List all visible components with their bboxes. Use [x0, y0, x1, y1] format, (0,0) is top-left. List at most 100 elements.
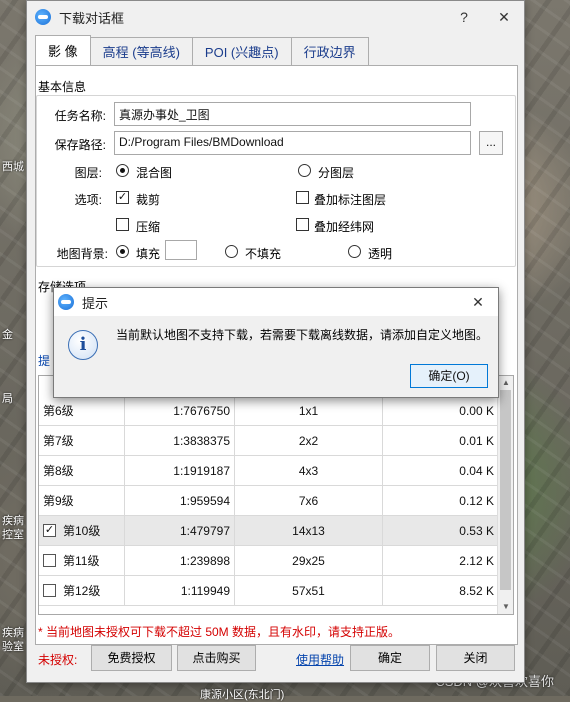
level-cell: 第7级 [39, 426, 125, 455]
scroll-down-icon[interactable]: ▼ [498, 600, 513, 614]
size-cell: 8.52 K [383, 576, 499, 605]
map-label: 局 [2, 393, 13, 405]
tiles-cell: 57x51 [235, 576, 383, 605]
hint-body: i 当前默认地图不支持下载，若需要下载离线数据，请添加自定义地图。 确定(O) [54, 316, 498, 397]
overlay-labels-checkbox[interactable] [296, 191, 309, 204]
bg-fill-label: 填充 [136, 247, 161, 261]
tiles-cell: 2x2 [235, 426, 383, 455]
level-cell: 第6级 [39, 396, 125, 425]
compress-label: 压缩 [136, 220, 161, 234]
compress-checkbox[interactable] [116, 218, 129, 231]
tab-poi[interactable]: POI (兴趣点) [191, 37, 292, 65]
hint-dialog: 提示 ✕ i 当前默认地图不支持下载，若需要下载离线数据，请添加自定义地图。 确… [53, 287, 499, 398]
task-name-input[interactable]: 真源办事处_卫图 [114, 102, 471, 126]
table-row[interactable]: 第11级 1:239898 29x25 2.12 K [39, 546, 499, 576]
buy-button[interactable]: 点击购买 [177, 645, 256, 671]
close-icon[interactable]: ✕ [484, 9, 524, 26]
scale-cell: 1:239898 [125, 546, 235, 575]
level-cell-with-check: 第11级 [39, 546, 125, 575]
table-row[interactable]: 第7级 1:3838375 2x2 0.01 K [39, 426, 499, 456]
free-auth-button[interactable]: 免费授权 [91, 645, 172, 671]
table-row[interactable]: 第6级 1:7676750 1x1 0.00 K [39, 396, 499, 426]
level-text: 第12级 [63, 584, 101, 598]
layer-label: 图层: [74, 166, 102, 180]
tab-elevation[interactable]: 高程 (等高线) [89, 37, 193, 65]
bg-color-swatch[interactable] [165, 240, 197, 260]
app-logo-icon [58, 294, 74, 310]
bg-transparent-label: 透明 [368, 247, 393, 261]
size-cell: 2.12 K [383, 546, 499, 575]
level-cell-with-check: 第12级 [39, 576, 125, 605]
layer-split-radio[interactable] [298, 164, 311, 177]
tab-bar: 影 像 高程 (等高线) POI (兴趣点) 行政边界 [35, 35, 369, 65]
scale-cell: 1:3838375 [125, 426, 235, 455]
scroll-thumb[interactable] [500, 390, 511, 590]
level-checkbox[interactable] [43, 584, 56, 597]
ok-button[interactable]: 确定 [350, 645, 430, 671]
tiles-cell: 7x6 [235, 486, 383, 515]
table-scrollbar[interactable]: ▲ ▼ [497, 376, 513, 614]
title-bar: 下载对话框 ? ✕ [27, 1, 524, 33]
map-label: 康源小区(东北门) [200, 689, 285, 701]
map-label: 控室 [2, 529, 24, 541]
tiles-cell: 1x1 [235, 396, 383, 425]
size-cell: 0.01 K [383, 426, 499, 455]
level-cell: 第9级 [39, 486, 125, 515]
table-row[interactable]: 第12级 1:119949 57x51 8.52 K [39, 576, 499, 606]
map-label: 西城 [2, 161, 24, 173]
help-link[interactable]: 使用帮助 [296, 651, 344, 668]
close-button[interactable]: 关闭 [436, 645, 515, 671]
basic-info-label: 基本信息 [38, 80, 87, 94]
hint-message: 当前默认地图不支持下载，若需要下载离线数据，请添加自定义地图。 [116, 328, 489, 342]
overlay-labels-label: 叠加标注图层 [314, 193, 387, 207]
hint-ok-button[interactable]: 确定(O) [410, 364, 488, 388]
bg-nofill-label: 不填充 [245, 247, 282, 261]
table-row[interactable]: 第8级 1:1919187 4x3 0.04 K [39, 456, 499, 486]
task-name-label: 任务名称: [54, 109, 106, 123]
scale-cell: 1:959594 [125, 486, 235, 515]
bg-fill-radio[interactable] [116, 245, 129, 258]
help-button[interactable]: ? [444, 9, 484, 25]
level-checkbox[interactable] [43, 554, 56, 567]
hint-title-bar: 提示 ✕ [54, 288, 498, 316]
bg-transparent-radio[interactable] [348, 245, 361, 258]
map-label: 验室 [2, 641, 24, 653]
level-text: 第10级 [63, 524, 101, 538]
info-icon: i [68, 330, 98, 360]
bg-nofill-radio[interactable] [225, 245, 238, 258]
crop-label: 裁剪 [136, 193, 161, 207]
layer-mixed-radio[interactable] [116, 164, 129, 177]
overlay-grid-label: 叠加经纬网 [314, 220, 375, 234]
scale-cell: 1:479797 [125, 516, 235, 545]
tiles-cell: 4x3 [235, 456, 383, 485]
hint-prefix: 提 [38, 354, 51, 368]
scale-cell: 1:7676750 [125, 396, 235, 425]
save-path-input[interactable]: D:/Program Files/BMDownload [114, 131, 471, 155]
dialog-title: 下载对话框 [59, 10, 125, 26]
app-logo-icon [35, 9, 51, 25]
crop-checkbox[interactable]: ✓ [116, 191, 129, 204]
tab-imagery[interactable]: 影 像 [35, 35, 91, 65]
tab-boundary[interactable]: 行政边界 [290, 37, 369, 65]
level-cell: 第8级 [39, 456, 125, 485]
level-checkbox[interactable]: ✓ [43, 524, 56, 537]
browse-button[interactable]: ... [479, 131, 503, 155]
layer-split-label: 分图层 [318, 166, 355, 180]
close-icon[interactable]: ✕ [458, 294, 498, 311]
tiles-cell: 29x25 [235, 546, 383, 575]
level-cell-with-check: ✓ 第10级 [39, 516, 125, 545]
size-cell: 0.04 K [383, 456, 499, 485]
table-row[interactable]: 第9级 1:959594 7x6 0.12 K [39, 486, 499, 516]
save-path-label: 保存路径: [54, 138, 106, 152]
overlay-grid-checkbox[interactable] [296, 218, 309, 231]
size-cell: 0.12 K [383, 486, 499, 515]
options-label: 选项: [74, 193, 102, 207]
scale-cell: 1:119949 [125, 576, 235, 605]
unauthorized-label: 未授权: [38, 653, 78, 667]
table-row[interactable]: ✓ 第10级 1:479797 14x13 0.53 K [39, 516, 499, 546]
level-table: 第6级 1:7676750 1x1 0.00 K 第7级 1:3838375 2… [38, 375, 514, 615]
scroll-up-icon[interactable]: ▲ [498, 376, 513, 390]
level-text: 第11级 [63, 554, 100, 568]
map-label: 金 [2, 329, 13, 341]
hint-title: 提示 [82, 295, 109, 311]
